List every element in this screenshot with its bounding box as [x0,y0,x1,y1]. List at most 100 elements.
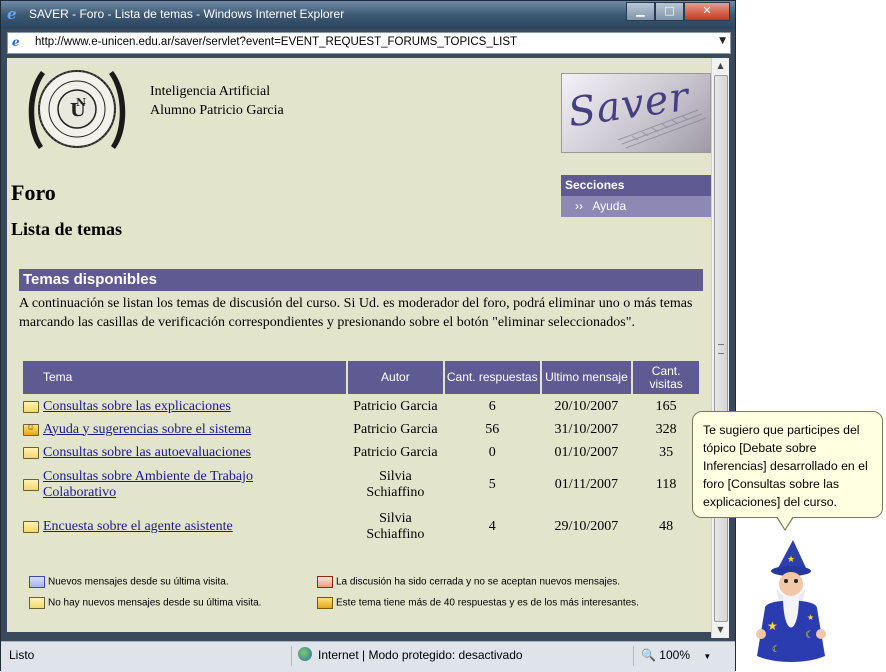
chevron-down-icon: ▼ [703,652,712,661]
page-title: Foro [11,180,56,205]
status-separator [291,646,292,666]
legend-none: No hay nuevos mensajes desde su última v… [29,597,261,609]
last-message-cell: 31/10/2007 [554,421,619,437]
wizard-agent-icon[interactable]: ★ ★ ☾ ☾ ★ [747,538,833,666]
replies-cell: 4 [488,519,496,534]
topic-link[interactable]: Ayuda y sugerencias sobre el sistema [43,422,251,438]
table-row: Consultas sobre las autoevaluaciones Pat… [23,442,699,463]
replies-cell: 0 [488,444,496,460]
scroll-down-icon[interactable]: ▼ [712,622,729,638]
visits-cell: 328 [655,421,677,437]
status-bar: Listo Internet | Modo protegido: desacti… [1,641,735,672]
title-bar[interactable]: e SAVER - Foro - Lista de temas - Window… [1,1,735,29]
folder-icon [29,597,45,609]
balloon-tail-fill [777,516,793,529]
replies-cell: 56 [485,421,500,437]
new-messages-folder-icon [29,576,45,588]
minimize-button[interactable]: ▁ [626,2,655,21]
student-name: Alumno Patricio Garcia [150,103,284,118]
agent-speech-balloon[interactable]: Te sugiero que participes del tópico [De… [692,411,883,518]
column-header-autor[interactable]: Autor [347,361,443,394]
visits-cell: 35 [659,444,674,460]
grip-icon [718,344,724,354]
table-row: Consultas sobre Ambiente de Trabajo Cola… [23,465,699,505]
status-text: Listo [9,648,35,662]
magnifier-icon: 🔍 [641,648,656,662]
window-controls: ▁ □ ✕ [626,2,730,21]
author-cell: Patricio Garcia [353,398,438,414]
column-header-respuestas[interactable]: Cant. respuestas [444,361,540,394]
topic-link[interactable]: Encuesta sobre el agente asistente [43,519,233,535]
table-row: Encuesta sobre el agente asistente Silvi… [23,507,699,547]
vertical-scrollbar[interactable]: ▲ ▼ [711,58,729,638]
page-icon: e [12,35,20,49]
topics-intro: A continuación se listan los temas de di… [19,296,693,330]
legend-hot-text: Este tema tiene más de 40 respuestas y e… [336,597,639,609]
hot-folder-icon [317,597,333,609]
course-name: Inteligencia Artificial [150,84,271,99]
chevron-right-icon: ›› [575,199,583,213]
scroll-up-icon[interactable]: ▲ [712,58,729,74]
scroll-thumb[interactable] [714,75,728,622]
address-text[interactable]: http://www.e-unicen.edu.ar/saver/servlet… [35,36,517,48]
sections-item-ayuda[interactable]: ›› Ayuda [561,196,711,217]
status-separator [633,646,634,666]
security-zone[interactable]: Internet | Modo protegido: desactivado [318,648,523,662]
topic-link[interactable]: Consultas sobre Ambiente de Trabajo Cola… [43,469,283,501]
table-row: Ayuda y sugerencias sobre el sistema Pat… [23,419,699,440]
svg-text:☾: ☾ [805,630,814,641]
replies-cell: 6 [488,398,496,414]
column-header-visitas[interactable]: Cant. visitas [633,361,699,394]
saver-logo: Saver [561,73,711,153]
column-header-ultimo[interactable]: Ultimo mensaje [541,361,632,394]
zoom-level: 100% [659,648,690,662]
page-subtitle: Lista de temas [11,219,122,239]
legend-new: Nuevos mensajes desde su última visita. [29,576,229,588]
topic-link[interactable]: Consultas sobre las autoevaluaciones [43,445,251,461]
replies-cell: 5 [488,477,496,492]
svg-text:☾: ☾ [772,645,780,655]
visits-cell: 165 [655,398,677,414]
svg-text:N: N [76,96,86,109]
legend-new-text: Nuevos mensajes desde su última visita. [48,576,229,588]
close-button[interactable]: ✕ [684,2,730,21]
last-message-cell: 01/11/2007 [554,477,619,492]
folder-icon [23,521,39,533]
window-title: SAVER - Foro - Lista de temas - Windows … [29,7,345,21]
globe-icon [298,647,312,661]
topic-link[interactable]: Consultas sobre las explicaciones [43,399,231,415]
ie-icon: e [7,5,17,23]
zoom-control[interactable]: 🔍 100% ▼ [641,648,711,662]
table-header-row: Tema Autor Cant. respuestas Ultimo mensa… [23,361,699,394]
sections-item-label: Ayuda [592,199,627,213]
author-cell: Silvia Schiaffino [366,511,425,542]
author-cell: Patricio Garcia [353,444,438,460]
column-header-tema[interactable]: Tema [23,361,346,394]
page-content: U N Inteligencia Artificial Alumno Patri… [7,58,711,632]
svg-text:★: ★ [807,613,814,622]
legend-none-text: No hay nuevos mensajes desde su última v… [48,597,262,609]
last-message-cell: 20/10/2007 [554,398,619,414]
svg-text:★: ★ [767,619,778,633]
last-message-cell: 01/10/2007 [554,444,619,460]
visits-cell: 48 [659,519,674,534]
visits-cell: 118 [655,477,677,492]
folder-icon [23,446,39,459]
legend-closed: La discusión ha sido cerrada y no se ace… [317,576,620,588]
topics-title: Temas disponibles [19,269,703,291]
sections-header: Secciones [561,175,711,196]
svg-text:★: ★ [787,555,795,565]
table-row: Consultas sobre las explicaciones Patric… [23,396,699,417]
hot-folder-icon [23,422,39,436]
author-cell: Patricio Garcia [353,421,438,437]
maximize-button[interactable]: □ [655,2,684,21]
legend-closed-text: La discusión ha sido cerrada y no se ace… [336,576,621,588]
address-dropdown-icon[interactable]: ▼ [719,36,726,46]
university-seal-icon: U N [28,70,126,149]
folder-icon [23,479,39,491]
closed-folder-icon [317,576,333,588]
last-message-cell: 29/10/2007 [554,519,619,534]
legend-hot: Este tema tiene más de 40 respuestas y e… [317,597,639,609]
author-cell: Silvia Schiaffino [366,469,425,500]
address-bar[interactable]: e http://www.e-unicen.edu.ar/saver/servl… [7,32,731,54]
